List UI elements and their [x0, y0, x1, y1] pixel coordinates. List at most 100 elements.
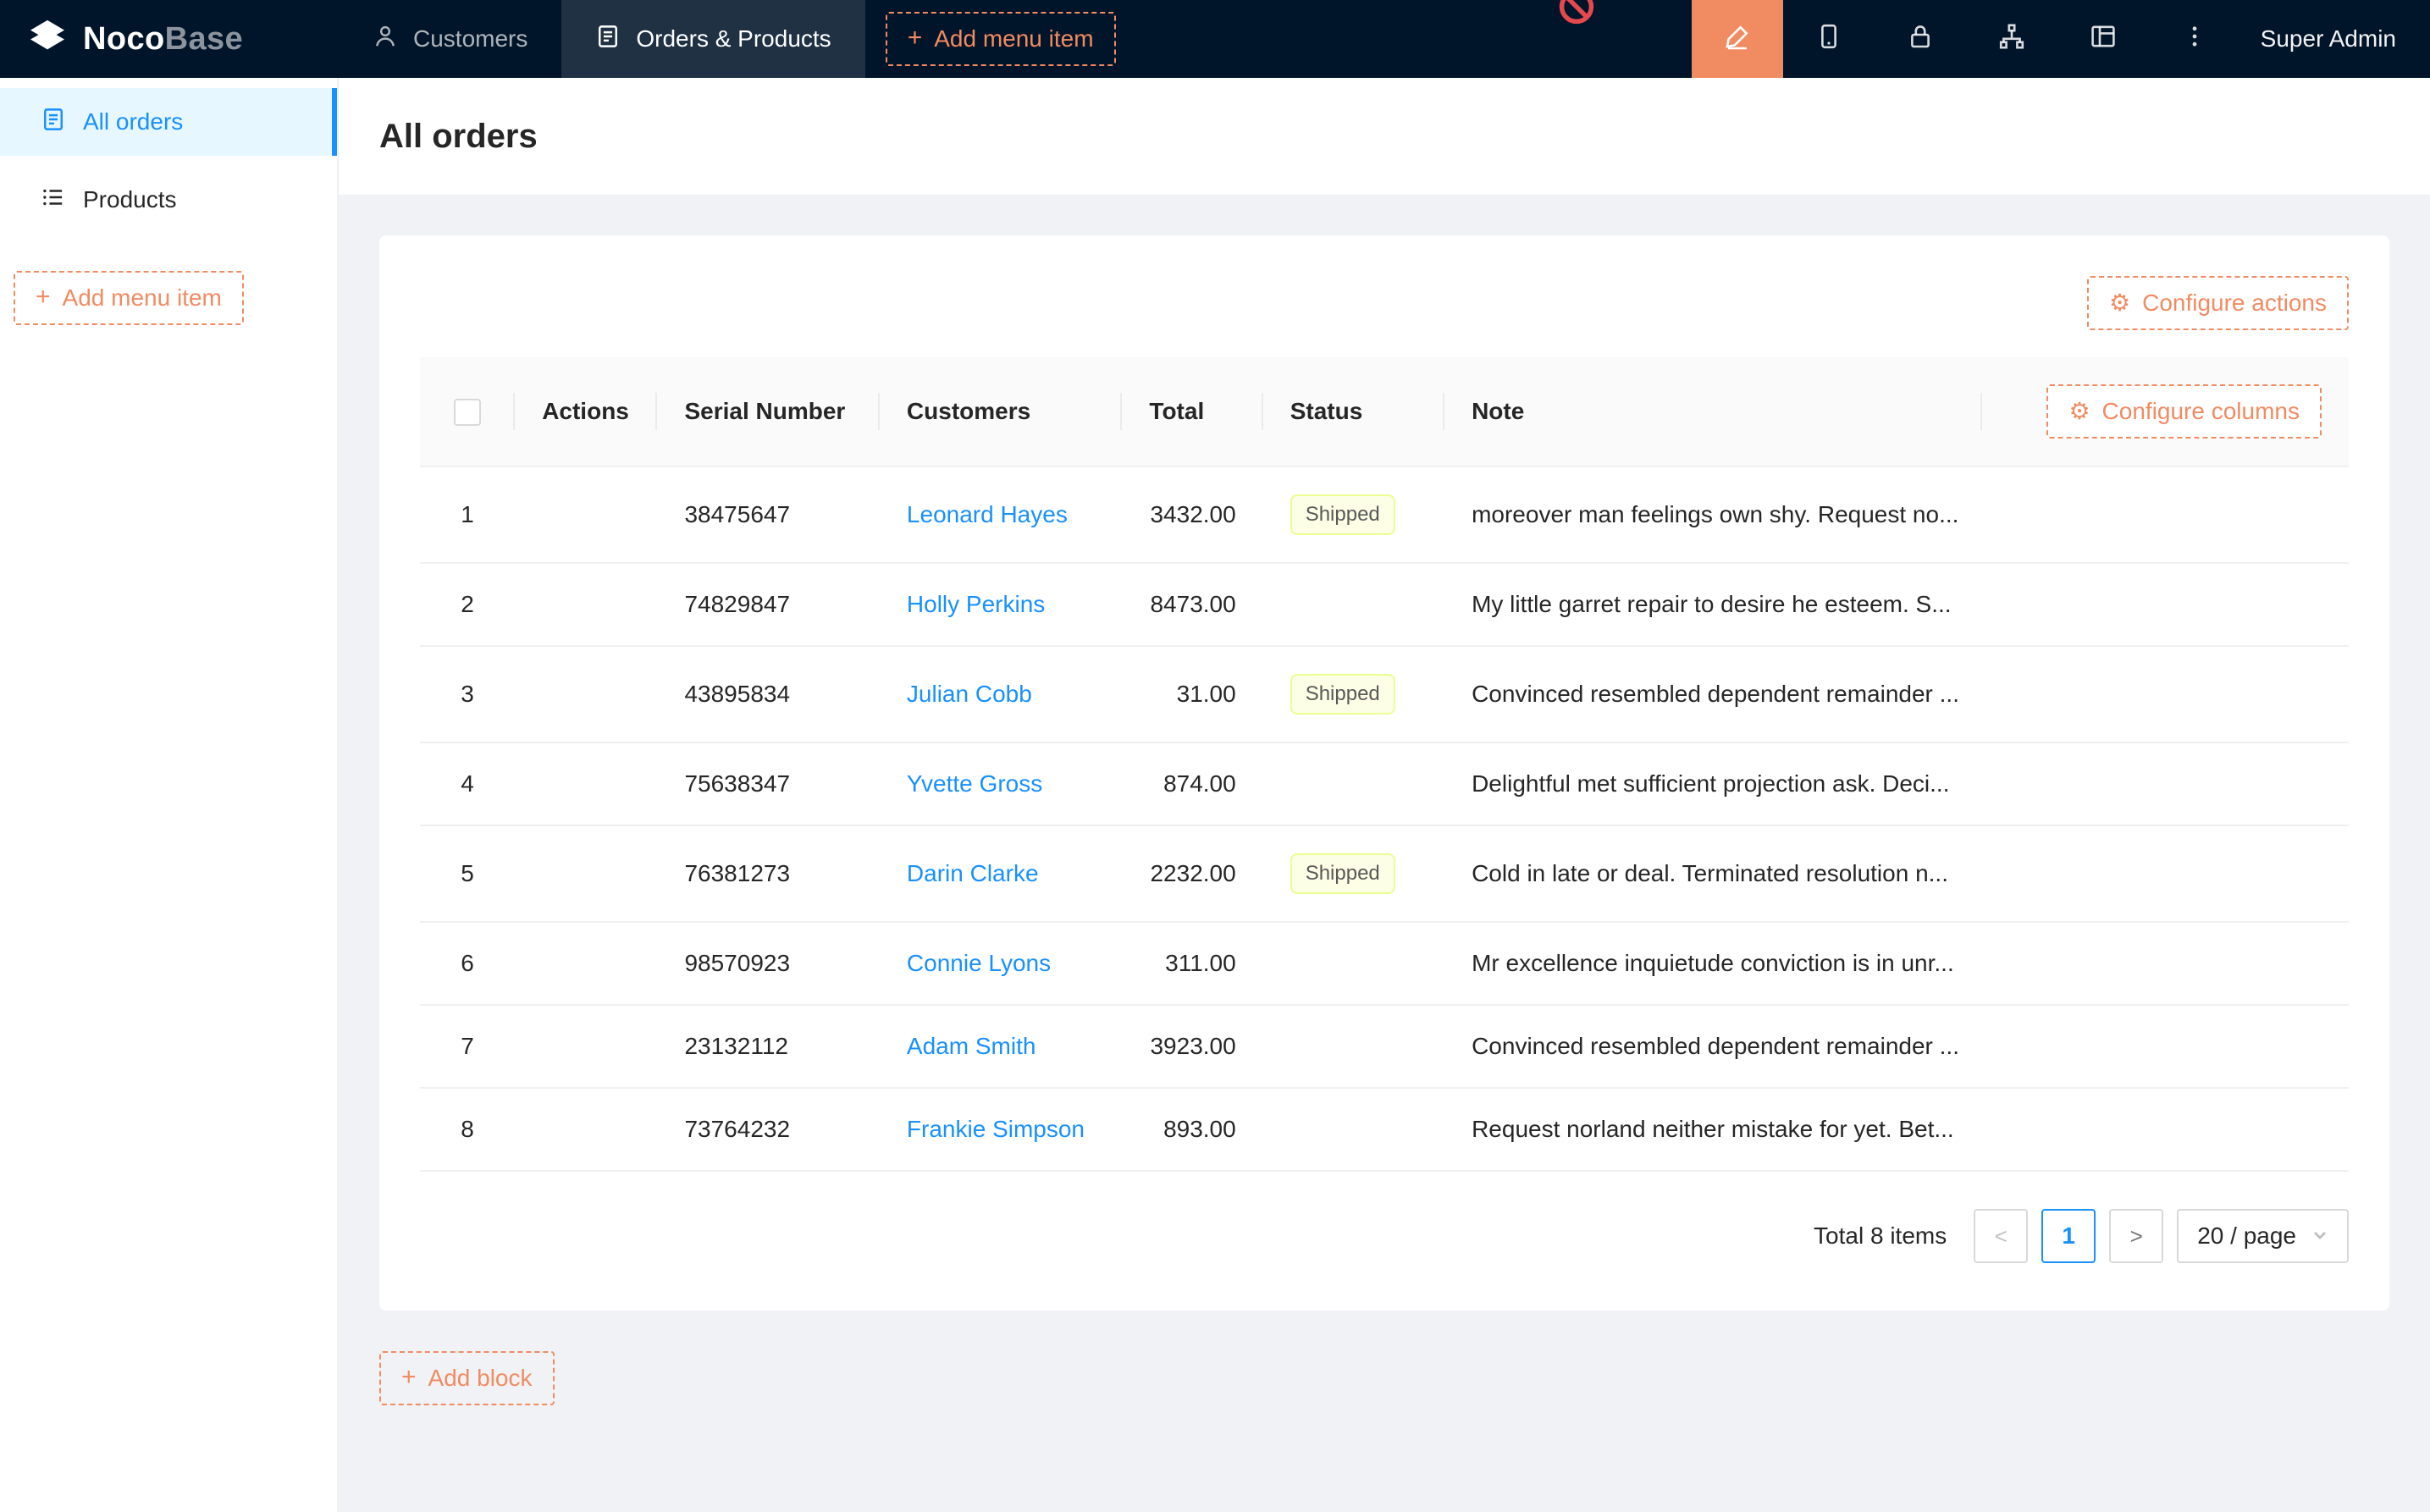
row-index: 7 [461, 1033, 474, 1059]
plus-icon: + [908, 25, 923, 51]
total-cell: 2232.00 [1122, 825, 1262, 922]
navbar-menu: Customers Orders & Products + Add menu i… [339, 0, 1116, 78]
row-index: 1 [461, 501, 474, 527]
configure-actions-button[interactable]: ⚙ Configure actions [2087, 276, 2349, 330]
nav-tab-customers[interactable]: Customers [339, 0, 561, 78]
gear-icon: ⚙ [2068, 400, 2090, 423]
more-button[interactable] [2149, 0, 2240, 78]
customer-link[interactable]: Connie Lyons [907, 950, 1051, 976]
table-row[interactable]: 7 23132112 Adam Smith 3923.00 Convinced … [420, 1005, 2349, 1088]
table-row[interactable]: 8 73764232 Frankie Simpson 893.00 Reques… [420, 1088, 2349, 1171]
customer-link[interactable]: Darin Clarke [907, 860, 1039, 886]
customer-link[interactable]: Adam Smith [907, 1033, 1036, 1059]
pagination-prev-button[interactable]: < [1974, 1209, 2028, 1263]
list-icon [41, 185, 66, 216]
row-index: 8 [461, 1116, 474, 1142]
row-index: 5 [461, 860, 474, 886]
pagination: Total 8 items < 1 > 20 / page [420, 1209, 2349, 1263]
api-button[interactable] [1966, 0, 2057, 78]
orders-icon [41, 107, 66, 138]
actions-cell [515, 1088, 657, 1171]
actions-cell [515, 922, 657, 1005]
actions-cell [515, 563, 657, 646]
total-cell: 8473.00 [1122, 563, 1262, 646]
customer-link[interactable]: Yvette Gross [907, 770, 1042, 797]
serial-number-cell: 76381273 [657, 825, 879, 922]
configure-columns-button[interactable]: ⚙ Configure columns [2046, 384, 2322, 439]
note-cell: Convinced resembled dependent remainder … [1444, 646, 1982, 742]
add-menu-item-button-sidebar[interactable]: + Add menu item [14, 271, 244, 325]
gear-icon: ⚙ [2109, 291, 2130, 315]
serial-number-cell: 23132112 [657, 1005, 879, 1088]
row-index: 6 [461, 950, 474, 976]
lock-icon [1907, 23, 1934, 56]
orders-table-body: 1 38475647 Leonard Hayes 3432.00 Shipped… [420, 466, 2349, 1171]
plus-icon: + [401, 1365, 417, 1390]
user-icon [373, 24, 398, 55]
table-row[interactable]: 4 75638347 Yvette Gross 874.00 Delightfu… [420, 742, 2349, 825]
navbar-right: Super Admin [1692, 0, 2430, 78]
extra-cell [1982, 466, 2349, 563]
ui-editor-button[interactable] [1692, 0, 1783, 78]
mobile-button[interactable] [1783, 0, 1875, 78]
table-row[interactable]: 2 74829847 Holly Perkins 8473.00 My litt… [420, 563, 2349, 646]
customer-link[interactable]: Julian Cobb [907, 681, 1032, 707]
select-all-checkbox[interactable] [454, 399, 481, 426]
extra-cell [1982, 922, 2349, 1005]
current-user[interactable]: Super Admin [2240, 0, 2430, 78]
note-cell: Mr excellence inquietude conviction is i… [1444, 922, 1982, 1005]
nav-tab-label: Customers [413, 25, 527, 52]
extra-cell [1982, 1088, 2349, 1171]
column-header-actions: Actions [515, 357, 657, 466]
table-row[interactable]: 3 43895834 Julian Cobb 31.00 Shipped Con… [420, 646, 2349, 742]
add-block-button[interactable]: + Add block [379, 1351, 555, 1405]
layout-icon [2090, 23, 2117, 56]
table-row[interactable]: 1 38475647 Leonard Hayes 3432.00 Shipped… [420, 466, 2349, 563]
app: NocoBase Customers Orders & Products + A… [0, 0, 2430, 1512]
total-cell: 311.00 [1122, 922, 1262, 1005]
blocked-cursor-icon [1558, 0, 1595, 32]
plus-icon: + [36, 284, 51, 310]
add-menu-item-button-navbar[interactable]: + Add menu item [886, 12, 1116, 66]
sidebar-item-label: All orders [83, 108, 183, 135]
table-toolbar: ⚙ Configure actions [420, 276, 2349, 330]
note-cell: Request norland neither mistake for yet.… [1444, 1088, 1982, 1171]
serial-number-cell: 75638347 [657, 742, 879, 825]
nav-tab-orders-products[interactable]: Orders & Products [561, 0, 864, 78]
serial-number-cell: 74829847 [657, 563, 879, 646]
orders-table: Actions Serial Number Customers Total St… [420, 357, 2349, 1172]
sidebar: All orders Products + Add menu item [0, 78, 339, 1512]
layout-button[interactable] [2057, 0, 2149, 78]
actions-cell [515, 466, 657, 563]
lock-button[interactable] [1875, 0, 1966, 78]
nocobase-logo[interactable]: NocoBase [0, 0, 339, 78]
logo-text: NocoBase [83, 21, 243, 58]
pagination-page-1-button[interactable]: 1 [2041, 1209, 2096, 1263]
sidebar-item-all-orders[interactable]: All orders [0, 88, 337, 156]
column-header-serial-number: Serial Number [657, 357, 879, 466]
extra-cell [1982, 563, 2349, 646]
pagination-next-button[interactable]: > [2109, 1209, 2163, 1263]
extra-cell [1982, 742, 2349, 825]
status-badge: Shipped [1290, 853, 1395, 894]
status-badge: Shipped [1290, 494, 1395, 535]
actions-cell [515, 742, 657, 825]
api-icon [1998, 23, 2025, 56]
extra-cell [1982, 1005, 2349, 1088]
actions-cell [515, 825, 657, 922]
column-header-total: Total [1122, 357, 1262, 466]
customer-link[interactable]: Leonard Hayes [907, 501, 1068, 527]
total-cell: 3923.00 [1122, 1005, 1262, 1088]
customer-link[interactable]: Holly Perkins [907, 591, 1045, 617]
sidebar-item-products[interactable]: Products [0, 166, 337, 234]
main-area: All orders ⚙ Configure actions [339, 78, 2430, 1512]
page-size-select[interactable]: 20 / page [2177, 1209, 2349, 1263]
note-cell: Delightful met sufficient projection ask… [1444, 742, 1982, 825]
column-header-note: Note [1444, 357, 1982, 466]
serial-number-cell: 73764232 [657, 1088, 879, 1171]
chevron-down-icon [2311, 1222, 2328, 1250]
page-header: All orders [339, 78, 2430, 195]
table-row[interactable]: 6 98570923 Connie Lyons 311.00 Mr excell… [420, 922, 2349, 1005]
customer-link[interactable]: Frankie Simpson [907, 1116, 1085, 1142]
table-row[interactable]: 5 76381273 Darin Clarke 2232.00 Shipped … [420, 825, 2349, 922]
